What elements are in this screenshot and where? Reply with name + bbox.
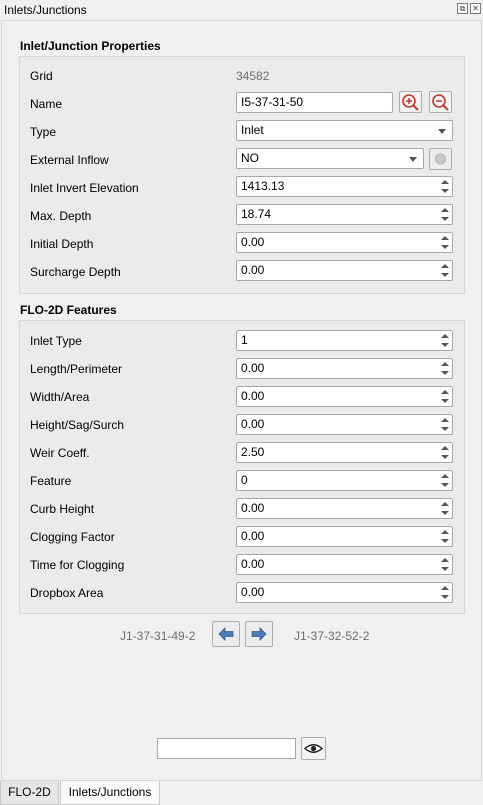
- max-depth-label: Max. Depth: [30, 209, 92, 223]
- zoom-in-button[interactable]: [399, 91, 422, 113]
- invert-elevation-spinbox[interactable]: 1413.13: [236, 176, 453, 197]
- zoom-in-icon: [402, 94, 419, 111]
- surcharge-depth-value: 0.00: [241, 263, 265, 277]
- spin-arrows-icon[interactable]: [441, 208, 449, 221]
- type-select[interactable]: Inlet: [236, 120, 453, 141]
- weir-coeff-spinbox[interactable]: 2.50: [236, 442, 453, 463]
- clogging-factor-value: 0.00: [241, 529, 265, 543]
- invert-elevation-label: Inlet Invert Elevation: [30, 181, 139, 195]
- invert-elevation-value: 1413.13: [241, 179, 285, 193]
- spin-arrows-icon[interactable]: [441, 334, 449, 347]
- float-icon[interactable]: ⧉: [457, 3, 468, 14]
- length-perimeter-spinbox[interactable]: 0.00: [236, 358, 453, 379]
- type-label: Type: [30, 125, 57, 139]
- feature-row-label: Feature: [30, 474, 72, 488]
- dock-tabs: FLO-2D Inlets/Junctions: [0, 781, 483, 805]
- zoom-out-button[interactable]: [429, 91, 452, 113]
- search-input[interactable]: [157, 738, 296, 759]
- spin-arrows-icon[interactable]: [441, 586, 449, 599]
- dropbox-area-value: 0.00: [241, 585, 265, 599]
- weir-coeff-value: 2.50: [241, 445, 265, 459]
- inlet-type-value: 1: [241, 333, 248, 347]
- chevron-down-icon: [409, 157, 417, 162]
- feature-spinbox[interactable]: 0: [236, 470, 453, 491]
- chevron-down-icon: [438, 129, 446, 134]
- external-inflow-select[interactable]: NO: [236, 148, 424, 169]
- feature-row-label: Dropbox Area: [30, 586, 104, 600]
- max-depth-value: 18.74: [241, 207, 272, 221]
- feature-row-label: Inlet Type: [30, 334, 82, 348]
- external-inflow-value: NO: [241, 151, 259, 165]
- feature-row-label: Width/Area: [30, 390, 90, 404]
- name-label: Name: [30, 97, 63, 111]
- feature-row-label: Height/Sag/Surch: [30, 418, 125, 432]
- previous-node-label: J1-37-31-49-2: [120, 629, 196, 643]
- arrow-left-icon: [218, 627, 234, 641]
- initial-depth-label: Initial Depth: [30, 237, 94, 251]
- initial-depth-value: 0.00: [241, 235, 265, 249]
- features-group-title: FLO-2D Features: [20, 303, 117, 317]
- spin-arrows-icon[interactable]: [441, 362, 449, 375]
- width-area-value: 0.00: [241, 389, 265, 403]
- zoom-out-icon: [432, 94, 449, 111]
- spin-arrows-icon[interactable]: [441, 474, 449, 487]
- tab-flo2d[interactable]: FLO-2D: [0, 781, 59, 805]
- tab-inlets-junctions[interactable]: Inlets/Junctions: [60, 781, 160, 805]
- spin-arrows-icon[interactable]: [441, 418, 449, 431]
- initial-depth-spinbox[interactable]: 0.00: [236, 232, 453, 253]
- next-node-label: J1-37-32-52-2: [294, 629, 370, 643]
- eye-button[interactable]: [301, 737, 326, 760]
- inlet-type-spinbox[interactable]: 1: [236, 330, 453, 351]
- external-inflow-label: External Inflow: [30, 153, 109, 167]
- feature-row-label: Clogging Factor: [30, 530, 115, 544]
- arrow-right-icon: [251, 627, 267, 641]
- title-bar: Inlets/Junctions ⧉ ✕: [0, 0, 483, 20]
- feature-row-label: Curb Height: [30, 502, 95, 516]
- close-icon[interactable]: ✕: [470, 3, 481, 14]
- name-field-value: I5-37-31-50: [241, 95, 304, 109]
- spin-arrows-icon[interactable]: [441, 446, 449, 459]
- time-for-clogging-value: 0.00: [241, 557, 265, 571]
- height-sag-surch-value: 0.00: [241, 417, 265, 431]
- spin-arrows-icon[interactable]: [441, 236, 449, 249]
- external-inflow-edit-button[interactable]: [429, 148, 452, 170]
- height-sag-surch-spinbox[interactable]: 0.00: [236, 414, 453, 435]
- previous-button[interactable]: [212, 621, 240, 647]
- eye-icon: [303, 744, 324, 753]
- curb-height-spinbox[interactable]: 0.00: [236, 498, 453, 519]
- surcharge-depth-spinbox[interactable]: 0.00: [236, 260, 453, 281]
- spin-arrows-icon[interactable]: [441, 502, 449, 515]
- dropbox-area-spinbox[interactable]: 0.00: [236, 582, 453, 603]
- feature-value: 0: [241, 473, 248, 487]
- name-field[interactable]: I5-37-31-50: [236, 92, 393, 113]
- clogging-factor-spinbox[interactable]: 0.00: [236, 526, 453, 547]
- grid-value: 34582: [236, 69, 270, 83]
- max-depth-spinbox[interactable]: 18.74: [236, 204, 453, 225]
- spin-arrows-icon[interactable]: [441, 180, 449, 193]
- next-button[interactable]: [245, 621, 273, 647]
- time-for-clogging-spinbox[interactable]: 0.00: [236, 554, 453, 575]
- feature-row-label: Time for Clogging: [30, 558, 125, 572]
- spin-arrows-icon[interactable]: [441, 530, 449, 543]
- spin-arrows-icon[interactable]: [441, 264, 449, 277]
- properties-group-title: Inlet/Junction Properties: [20, 39, 161, 53]
- surcharge-depth-label: Surcharge Depth: [30, 265, 121, 279]
- grid-label: Grid: [30, 69, 53, 83]
- window-title: Inlets/Junctions: [4, 3, 87, 17]
- length-perimeter-value: 0.00: [241, 361, 265, 375]
- type-select-value: Inlet: [241, 123, 264, 137]
- width-area-spinbox[interactable]: 0.00: [236, 386, 453, 407]
- circle-icon: [435, 153, 446, 165]
- spin-arrows-icon[interactable]: [441, 558, 449, 571]
- feature-row-label: Length/Perimeter: [30, 362, 123, 376]
- curb-height-value: 0.00: [241, 501, 265, 515]
- spin-arrows-icon[interactable]: [441, 390, 449, 403]
- feature-row-label: Weir Coeff.: [30, 446, 90, 460]
